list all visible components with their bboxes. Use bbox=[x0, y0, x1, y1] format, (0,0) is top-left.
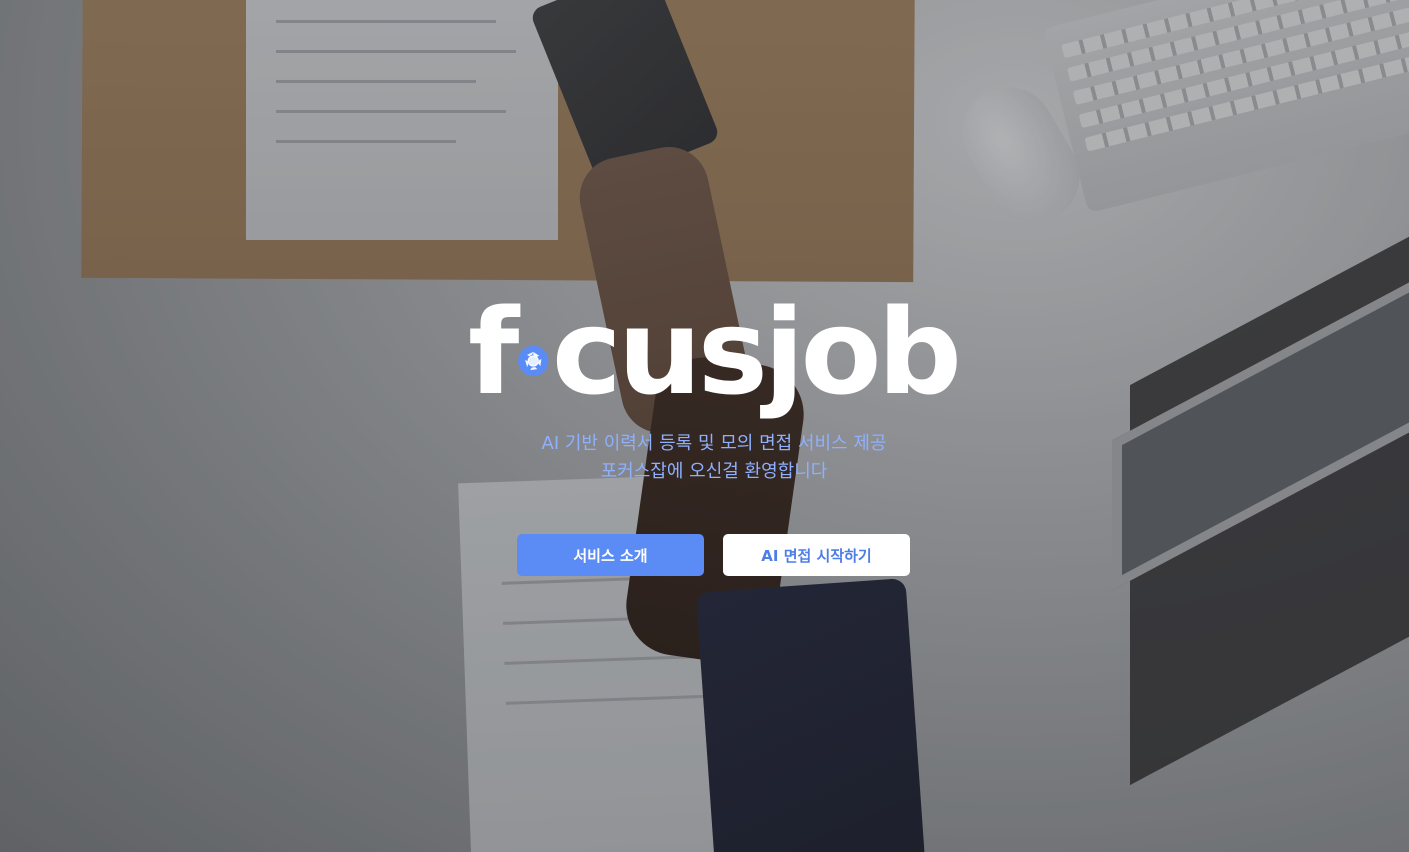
logo-suffix: cusjob bbox=[551, 283, 962, 421]
logo-prefix: f bbox=[468, 283, 519, 421]
tagline-line-1: AI 기반 이력서 등록 및 모의 면접 서비스 제공 bbox=[541, 433, 887, 454]
focusjob-logo: f cusjob bbox=[468, 282, 962, 422]
hero-content: f cusjob AI 기반 이력서 등록 및 모의 면접 서비스 제공 포커스… bbox=[0, 0, 1409, 852]
tagline-line-2: 포커스잡에 오신걸 환영합니다 bbox=[600, 461, 828, 482]
service-intro-button[interactable]: 서비스 소개 bbox=[517, 534, 704, 576]
camera-aperture-icon bbox=[518, 345, 549, 377]
hero-tagline: AI 기반 이력서 등록 및 모의 면접 서비스 제공 포커스잡에 오신걸 환영… bbox=[404, 430, 1024, 486]
start-ai-interview-button[interactable]: AI 면접 시작하기 bbox=[723, 534, 910, 576]
